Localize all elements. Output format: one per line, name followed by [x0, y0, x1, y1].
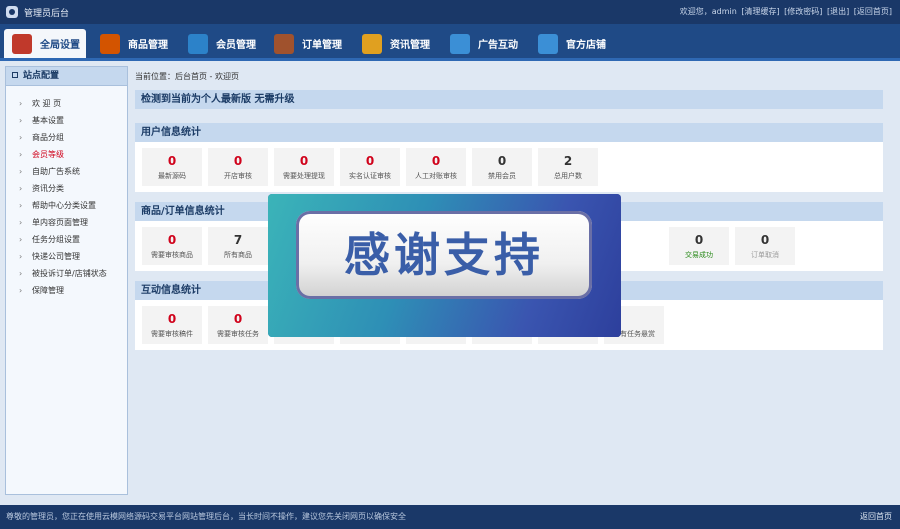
stat-card[interactable]: 0 开店审核 — [208, 148, 268, 186]
grid-icon — [100, 33, 120, 54]
footer-home-link[interactable]: 返回首页 — [860, 511, 892, 522]
nav-tab-global-settings[interactable]: 全局设置 — [4, 29, 86, 58]
stat-card[interactable]: 0 订单取消 — [735, 227, 795, 265]
order-box-icon — [274, 33, 294, 54]
sidebar-menu: 欢 迎 页 基本设置 商品分组 会员等级 自助广告系统 资讯分类 帮助中心分类设… — [6, 86, 127, 299]
footer-bar: 尊敬的管理员，您正在使用云模网络源码交易平台网站管理后台，当长时间不操作，建议您… — [0, 505, 900, 529]
sidebar-item-basic-settings[interactable]: 基本设置 — [6, 112, 127, 129]
collapse-icon — [12, 72, 18, 78]
logout-link[interactable]: [退出] — [827, 7, 849, 16]
list-icon — [450, 33, 470, 54]
news-box-icon — [362, 33, 382, 54]
sidebar-item-welcome[interactable]: 欢 迎 页 — [6, 95, 127, 112]
nav-tab-ads[interactable]: 广告互动 — [442, 29, 528, 58]
sidebar-item-complaints[interactable]: 被投诉订单/店铺状态 — [6, 265, 127, 282]
footer-message: 尊敬的管理员，您正在使用云模网络源码交易平台网站管理后台，当长时间不操作，建议您… — [6, 512, 406, 521]
stat-card[interactable]: 2 总用户数 — [538, 148, 598, 186]
settings-box-icon — [12, 33, 32, 54]
sidebar-item-guarantee[interactable]: 保障管理 — [6, 282, 127, 299]
sidebar: 站点配置 欢 迎 页 基本设置 商品分组 会员等级 自助广告系统 资讯分类 帮助… — [5, 66, 128, 495]
stat-card[interactable]: 0 需要审核任务 — [208, 306, 268, 344]
sidebar-item-help-categories[interactable]: 帮助中心分类设置 — [6, 197, 127, 214]
nav-tab-news[interactable]: 资讯管理 — [354, 29, 436, 58]
list-icon — [538, 33, 558, 54]
change-password-link[interactable]: [修改密码] — [784, 7, 822, 16]
thanks-banner-text: 感谢支持 — [344, 228, 544, 282]
stat-card[interactable]: 7 所有商品 — [208, 227, 268, 265]
stat-card[interactable]: 0 禁用会员 — [472, 148, 532, 186]
welcome-text: 欢迎您，admin — [679, 7, 737, 16]
thanks-banner-plate: 感谢支持 — [296, 211, 592, 299]
sidebar-header[interactable]: 站点配置 — [6, 67, 127, 86]
top-bar: 管理员后台 欢迎您，admin [清理缓存] [修改密码] [退出] [返回首页… — [0, 0, 900, 24]
sidebar-item-goods-groups[interactable]: 商品分组 — [6, 129, 127, 146]
main-nav: 全局设置 商品管理 会员管理 订单管理 资讯管理 广告互动 官方店铺 — [0, 24, 900, 61]
nav-tab-goods[interactable]: 商品管理 — [92, 29, 174, 58]
nav-tab-members[interactable]: 会员管理 — [180, 29, 262, 58]
user-links: 欢迎您，admin [清理缓存] [修改密码] [退出] [返回首页] — [678, 6, 892, 17]
nav-tab-orders[interactable]: 订单管理 — [266, 29, 348, 58]
sidebar-item-member-levels[interactable]: 会员等级 — [6, 146, 127, 163]
stat-card[interactable]: 0 最新源码 — [142, 148, 202, 186]
user-stats-panel: 0 最新源码 0 开店审核 0 需要处理提现 0 实名认证审核 0 人工对账审核 0 禁用会… — [135, 142, 883, 192]
user-stats-title: 用户信息统计 — [135, 123, 883, 142]
breadcrumb: 当前位置：后台首页 - 欢迎页 — [135, 72, 239, 81]
stat-card[interactable]: 0 人工对账审核 — [406, 148, 466, 186]
back-home-link[interactable]: [返回首页] — [854, 7, 892, 16]
stat-card[interactable]: 0 交易成功 — [669, 227, 729, 265]
nav-tab-official-store[interactable]: 官方店铺 — [530, 29, 616, 58]
thanks-banner-overlay: 感谢支持 — [268, 194, 621, 337]
admin-logo-icon — [6, 6, 18, 18]
sidebar-item-task-groups[interactable]: 任务分组设置 — [6, 231, 127, 248]
sidebar-item-single-pages[interactable]: 单内容页面管理 — [6, 214, 127, 231]
stat-card[interactable]: 0 需要审核商品 — [142, 227, 202, 265]
upgrade-notice: 检测到当前为个人最新版 无需升级 — [135, 90, 883, 109]
stat-card[interactable]: 0 需要处理提现 — [274, 148, 334, 186]
sidebar-item-express-companies[interactable]: 快递公司管理 — [6, 248, 127, 265]
app-title: 管理员后台 — [24, 9, 70, 19]
user-card-icon — [188, 33, 208, 54]
clear-cache-link[interactable]: [清理缓存] — [741, 7, 779, 16]
stat-card[interactable]: 0 需要审核稿件 — [142, 306, 202, 344]
stat-card[interactable]: 0 实名认证审核 — [340, 148, 400, 186]
sidebar-item-news-categories[interactable]: 资讯分类 — [6, 180, 127, 197]
sidebar-item-ad-system[interactable]: 自助广告系统 — [6, 163, 127, 180]
